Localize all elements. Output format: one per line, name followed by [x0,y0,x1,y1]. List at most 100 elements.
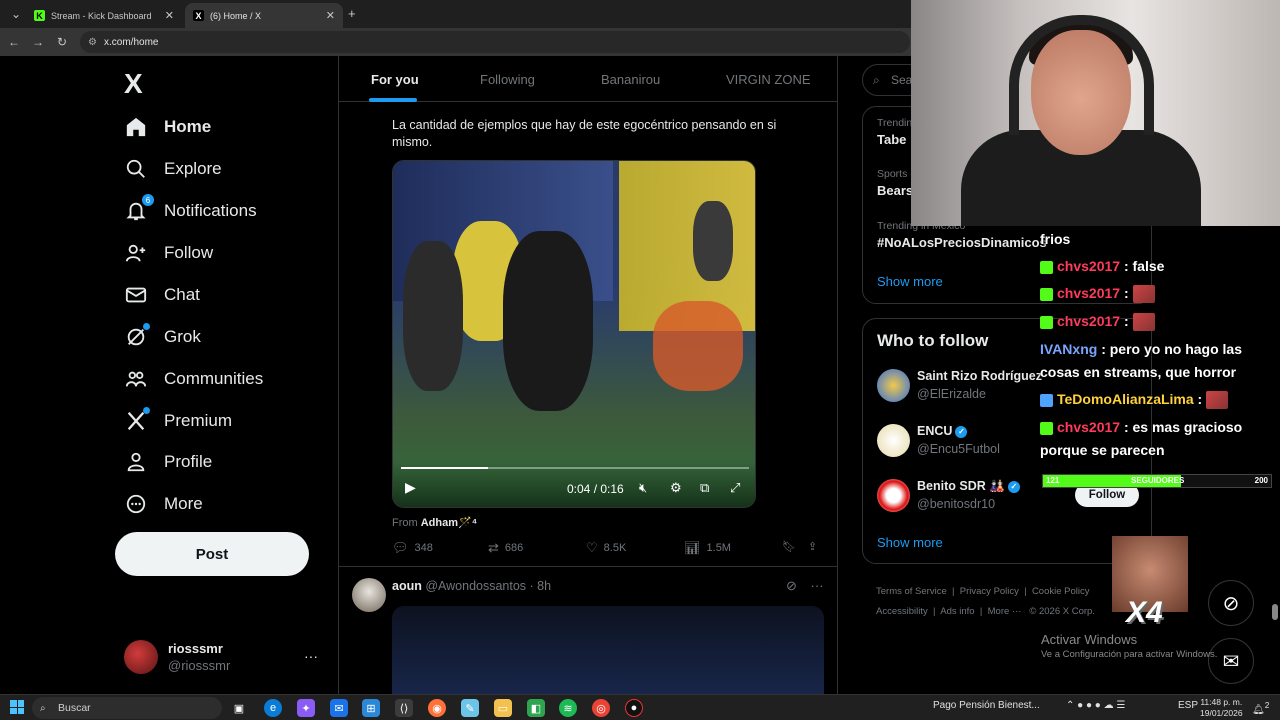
nav-premium[interactable]: Premium [124,406,232,436]
share-icon[interactable]: ⇪ [808,540,817,553]
site-info-icon[interactable]: ⚙ [88,37,97,48]
back-icon[interactable]: ← [2,35,26,49]
task-view-icon[interactable]: ▣ [230,699,248,717]
grok-icon[interactable]: ⊘ [786,578,797,593]
spotify-icon[interactable]: ≋ [559,699,577,717]
tab-x-home[interactable]: X (6) Home / X ✕ [185,3,343,28]
grok-icon: ⊘ [1222,592,1240,615]
chat-text: : [1197,391,1203,407]
new-tab-icon[interactable]: + [348,6,356,21]
avatar [877,369,910,402]
forward-icon[interactable]: → [26,35,50,49]
clock-date: 19/01/2026 [1200,708,1243,718]
file-explorer-icon[interactable]: ▭ [494,699,512,717]
who-to-follow-show-more[interactable]: Show more [877,535,943,550]
suggestion-name: Benito SDR 🎎 [917,479,1005,493]
nav-home[interactable]: Home [124,112,211,142]
obs-icon[interactable]: ● [625,699,643,717]
edge-icon[interactable]: e [264,699,282,717]
tweet-image[interactable] [392,606,824,696]
footer-link[interactable]: Privacy Policy [960,586,1019,597]
clock[interactable]: 11:48 p. m. 19/01/2026 [1200,697,1243,719]
play-icon[interactable]: ▶ [405,479,416,496]
x-logo-icon[interactable]: X [124,68,143,100]
tab-kick-dashboard[interactable]: K Stream - Kick Dashboard ✕ [26,3,182,28]
system-tray-icons[interactable]: ⌃ ● ● ● ☁ ☰ [1066,700,1125,711]
store-icon[interactable]: ⊞ [362,699,380,717]
tab-following[interactable]: Following [480,72,535,87]
footer-link[interactable]: Cookie Policy [1032,586,1090,597]
nav-communities[interactable]: Communities [124,364,263,394]
language-indicator[interactable]: ESP [1178,700,1198,711]
bookmark-icon[interactable]: 🔖︎ [782,540,796,553]
chat-message: chvs2017 : [1040,282,1272,305]
tab-bananirou[interactable]: Bananirou [601,72,660,87]
post-button[interactable]: Post [115,532,309,576]
news-widget[interactable]: Pago Pensión Bienest... [933,700,1040,711]
footer-links: Terms of Service | Privacy Policy | Cook… [876,586,1095,617]
chat-username: chvs2017 [1057,419,1121,435]
pip-icon[interactable]: ⧉ [700,480,709,496]
tweet-author-name[interactable]: aoun [392,579,422,593]
close-tab-icon[interactable]: ✕ [165,9,174,22]
notifications-icon[interactable]: 🔔︎2 [1252,700,1269,715]
grok-float-button[interactable]: ⊘ [1208,580,1254,626]
retweet-button[interactable]: ⇄ 686 [488,540,523,556]
vscode-icon[interactable]: ⟨⟩ [395,699,413,717]
view-count: 1.5M [706,542,731,554]
tab-virgin-zone[interactable]: VIRGIN ZONE [726,72,811,87]
footer-link[interactable]: Accessibility [876,606,928,617]
nav-profile[interactable]: Profile [124,447,212,477]
reload-icon[interactable]: ↻ [50,35,74,49]
trend-item[interactable]: Bears [877,183,913,198]
nav-chat[interactable]: Chat [124,280,200,310]
nav-more[interactable]: More [124,489,203,519]
kick-badge-icon [1040,421,1053,435]
url-field[interactable]: ⚙ x.com/home [80,31,910,53]
more-dots-icon[interactable]: ··· [811,578,824,593]
watermark-subtitle: Ve a Configuración para activar Windows. [1041,649,1218,660]
views-button[interactable]: 📊︎ 1.5M [684,540,731,556]
account-name: riosssmr [168,641,223,656]
app-icon[interactable]: ◧ [527,699,545,717]
avatar[interactable] [352,578,386,612]
chrome-icon[interactable]: ◎ [592,699,610,717]
trend-item[interactable]: Tabe [877,132,906,147]
windows-activation-watermark: Activar Windows Ve a Configuración para … [1041,632,1217,660]
footer-link[interactable]: Terms of Service [876,586,947,597]
close-tab-icon[interactable]: ✕ [326,9,335,22]
notepad-icon[interactable]: ✎ [461,699,479,717]
video-progress-bar[interactable] [401,467,749,469]
windows-start-icon[interactable] [10,700,24,714]
nav-notifications[interactable]: 6 Notifications [124,194,257,226]
tweet-author-handle[interactable]: @Awondossantos [425,579,526,593]
settings-icon[interactable]: ⚙ [670,480,682,496]
footer-link[interactable]: Ads info [940,606,974,617]
like-button[interactable]: ♡ 8.5K [586,540,626,556]
nav-follow[interactable]: Follow [124,238,213,268]
nav-label: Notifications [164,201,257,220]
mail-app-icon[interactable]: ✉ [330,699,348,717]
active-tab-indicator [369,98,417,102]
heart-icon: ♡ [586,540,598,555]
tab-for-you[interactable]: For you [371,72,419,87]
taskbar-search[interactable]: ⌕ Buscar [32,697,222,719]
nav-explore[interactable]: Explore [124,154,222,184]
reply-button[interactable]: 💬︎ 348 [392,540,433,556]
copilot-icon[interactable]: ✦ [297,699,315,717]
mute-icon[interactable]: 🔇︎ [639,480,647,496]
scrollbar-thumb[interactable] [1272,604,1278,620]
tweet-video[interactable]: ▶ 0:04 / 0:16 🔇︎ ⚙ ⧉ ⤢ [392,160,756,508]
trends-show-more[interactable]: Show more [877,274,943,289]
feed-tabs: For you Following Bananirou VIRGIN ZONE [339,56,837,102]
verified-badge-icon: ✓ [1007,480,1020,493]
trend-item[interactable]: #NoALosPreciosDinamicos [877,235,1047,250]
fullscreen-icon[interactable]: ⤢ [730,480,740,496]
tab-search-icon[interactable]: ⌄ [4,7,28,21]
nav-grok[interactable]: Grok [124,322,201,352]
from-attribution[interactable]: From Adham🪄⁴ [392,516,477,529]
firefox-icon[interactable]: ◉ [428,699,446,717]
account-switcher[interactable]: riosssmr @riosssmr ··· [124,640,324,674]
footer-link[interactable]: More ··· [988,606,1022,617]
more-dots-icon[interactable]: ··· [304,648,318,664]
